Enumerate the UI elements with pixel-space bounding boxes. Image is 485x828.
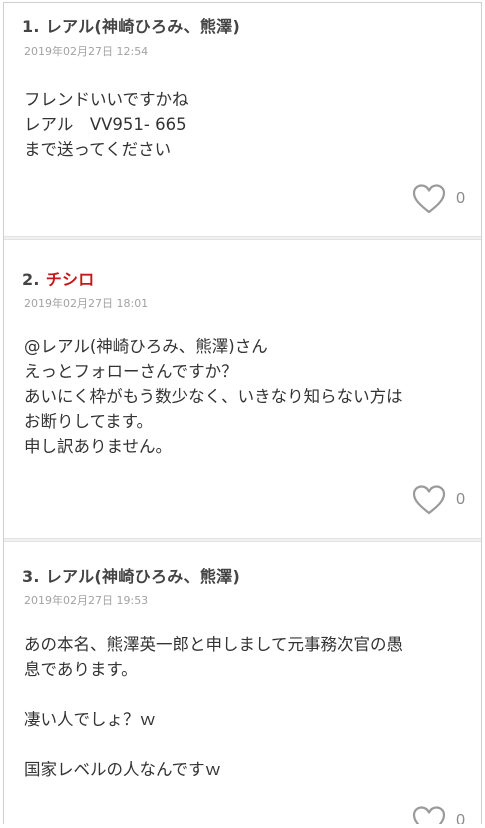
heart-outline-icon: [412, 485, 446, 515]
comment-line: 息であります。: [24, 660, 138, 679]
comment-line: @レアル(神崎ひろみ、熊澤)さん: [24, 337, 268, 356]
comment-author[interactable]: レアル(神崎ひろみ、熊澤): [46, 567, 240, 586]
comment-line: フレンドいいですかね: [24, 90, 189, 109]
comment-line: 申し訳ありません。: [24, 437, 173, 456]
comment-body: あの本名、熊澤英一郎と申しまして元事務次官の愚 息であります。 凄い人でしょ？ｗ…: [24, 632, 471, 782]
comment-timestamp: 2019年02月27日 18:01: [24, 297, 149, 310]
comment-divider: [4, 236, 481, 240]
comment-body: フレンドいいですかね レアル VV951- 665 まで送ってください: [24, 87, 471, 162]
comment-item: 2. チシロ 2019年02月27日 18:01 @レアル(神崎ひろみ、熊澤)さ…: [4, 241, 481, 538]
comment-divider: [4, 538, 481, 542]
comment-line: 国家レベルの人なんですｗ: [24, 760, 222, 779]
comment-item: 3. レアル(神崎ひろみ、熊澤) 2019年02月27日 19:53 あの本名、…: [4, 543, 481, 824]
comment-line: あの本名、熊澤英一郎と申しまして元事務次官の愚: [24, 635, 404, 654]
like-button[interactable]: 0: [412, 805, 465, 824]
comment-line: まで送ってください: [24, 140, 172, 159]
comment-thread: 1. レアル(神崎ひろみ、熊澤) 2019年02月27日 12:54 フレンドい…: [3, 2, 482, 824]
like-count: 0: [456, 812, 465, 824]
comment-header: 1. レアル(神崎ひろみ、熊澤): [22, 13, 240, 37]
comment-line: えっとフォローさんですか？: [24, 362, 238, 381]
comment-header: 2. チシロ: [22, 266, 95, 290]
comment-author[interactable]: レアル(神崎ひろみ、熊澤): [46, 17, 240, 36]
like-button[interactable]: 0: [412, 484, 465, 516]
comment-timestamp: 2019年02月27日 19:53: [24, 594, 149, 607]
comment-item: 1. レアル(神崎ひろみ、熊澤) 2019年02月27日 12:54 フレンドい…: [4, 3, 481, 236]
comment-line: あいにく枠がもう数少なく、いきなり知らない方は: [24, 387, 403, 406]
comment-number: 2.: [22, 270, 40, 289]
comment-header: 3. レアル(神崎ひろみ、熊澤): [22, 563, 240, 587]
comment-timestamp: 2019年02月27日 12:54: [24, 45, 149, 58]
comment-line: 凄い人でしょ？ｗ: [24, 710, 156, 729]
comment-author[interactable]: チシロ: [46, 270, 95, 289]
comment-number: 1.: [22, 17, 40, 36]
heart-outline-icon: [412, 806, 446, 824]
comment-number: 3.: [22, 567, 40, 586]
comment-body: @レアル(神崎ひろみ、熊澤)さん えっとフォローさんですか？ あいにく枠がもう数…: [24, 334, 471, 459]
comment-line: レアル VV951- 665: [24, 115, 187, 134]
like-count: 0: [456, 190, 465, 207]
like-button[interactable]: 0: [412, 183, 465, 215]
heart-outline-icon: [412, 184, 446, 214]
like-count: 0: [456, 491, 465, 508]
comment-line: お断りしてます。: [24, 412, 154, 431]
